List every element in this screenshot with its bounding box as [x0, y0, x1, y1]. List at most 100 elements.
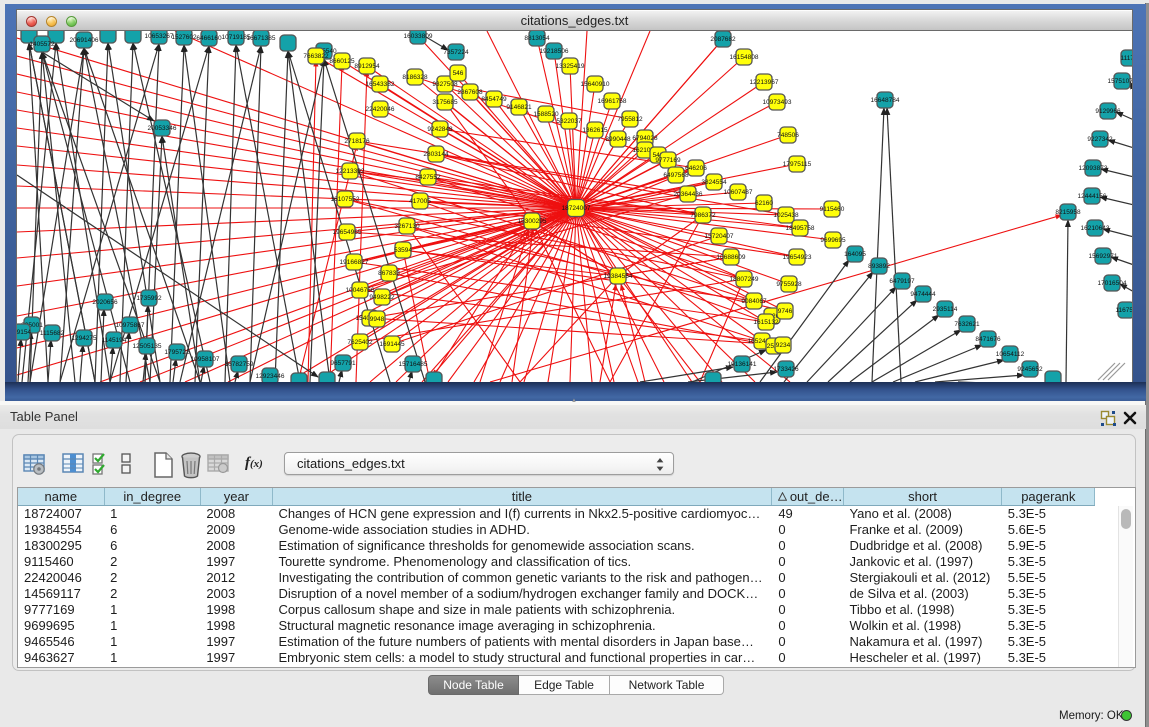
svg-text:9242848: 9242848: [427, 126, 453, 133]
svg-text:2718176: 2718176: [344, 138, 370, 145]
svg-text:16961758: 16961758: [598, 98, 627, 105]
svg-text:1795722: 1795722: [164, 349, 190, 356]
svg-text:8990448: 8990448: [605, 136, 631, 143]
svg-text:15692971: 15692971: [1089, 253, 1118, 260]
svg-text:116753: 116753: [1115, 307, 1133, 314]
svg-text:8215958: 8215958: [1055, 209, 1081, 216]
svg-text:10653267: 10653267: [145, 33, 174, 40]
svg-text:17975115: 17975115: [783, 161, 812, 168]
svg-text:12213392: 12213392: [336, 168, 365, 175]
svg-text:1294275: 1294275: [71, 335, 97, 342]
svg-text:16543382: 16543382: [366, 81, 395, 88]
svg-text:8471676: 8471676: [975, 336, 1001, 343]
svg-text:16671385: 16671385: [247, 35, 276, 42]
svg-text:9777169: 9777169: [655, 157, 681, 164]
svg-text:9129966: 9129966: [1095, 108, 1121, 115]
svg-text:748506: 748506: [777, 132, 799, 139]
svg-text:1527602: 1527602: [171, 34, 197, 41]
svg-text:12213967: 12213967: [750, 79, 779, 86]
svg-text:19136141: 19136141: [728, 361, 757, 368]
svg-text:8660125: 8660125: [329, 58, 355, 65]
svg-text:10973493: 10973493: [763, 99, 792, 106]
svg-text:6497568: 6497568: [663, 172, 689, 179]
svg-text:9498222: 9498222: [369, 294, 395, 301]
svg-text:417005: 417005: [409, 198, 431, 205]
svg-text:1405572: 1405572: [29, 41, 55, 48]
svg-text:22420046: 22420046: [366, 106, 395, 113]
svg-text:19384554: 19384554: [604, 273, 633, 280]
svg-text:3175685: 3175685: [432, 99, 458, 106]
svg-text:16648784: 16648784: [871, 97, 900, 104]
svg-text:19654923: 19654923: [783, 254, 812, 261]
svg-text:7663822: 7663822: [303, 53, 329, 60]
svg-text:10975867: 10975867: [116, 322, 145, 329]
svg-text:6479197: 6479197: [889, 278, 915, 285]
svg-text:9245652: 9245652: [1017, 366, 1043, 373]
svg-text:16210643: 16210643: [1081, 225, 1110, 232]
svg-text:6466160: 6466160: [196, 35, 222, 42]
svg-text:1362615: 1362615: [582, 127, 608, 134]
svg-text:1733426: 1733426: [773, 366, 799, 373]
svg-text:10958107: 10958107: [191, 356, 220, 363]
svg-text:17016504: 17016504: [1098, 280, 1127, 287]
svg-text:9657791: 9657791: [330, 360, 356, 367]
svg-text:15640910: 15640910: [581, 81, 610, 88]
svg-text:20364436: 20364436: [674, 191, 703, 198]
svg-text:8454749: 8454749: [481, 96, 507, 103]
svg-text:53594: 53594: [394, 247, 412, 254]
svg-text:546: 546: [453, 70, 464, 77]
svg-text:15716485: 15716485: [399, 361, 428, 368]
svg-text:18724007: 18724007: [562, 205, 591, 212]
svg-text:893892: 893892: [868, 263, 890, 270]
svg-text:12444156: 12444156: [1078, 193, 1107, 200]
svg-text:18807249: 18807249: [730, 276, 759, 283]
svg-text:15751074: 15751074: [1108, 78, 1133, 85]
svg-text:1115682: 1115682: [40, 330, 65, 337]
svg-text:9755928: 9755928: [776, 281, 802, 288]
svg-text:10688609: 10688609: [717, 254, 746, 261]
svg-text:1691445: 1691445: [379, 341, 405, 348]
svg-text:9746: 9746: [778, 308, 793, 315]
svg-text:7357224: 7357224: [443, 49, 469, 56]
svg-text:7632621: 7632621: [954, 321, 980, 328]
svg-text:164095: 164095: [844, 251, 866, 258]
svg-text:9227342: 9227342: [1087, 136, 1113, 143]
svg-text:19166827: 19166827: [340, 259, 369, 266]
svg-text:7986372: 7986372: [690, 212, 716, 219]
svg-text:2087682: 2087682: [710, 36, 736, 43]
svg-text:8427552: 8427552: [415, 174, 441, 181]
svg-text:13325419: 13325419: [556, 63, 585, 70]
svg-text:12505135: 12505135: [133, 343, 162, 350]
svg-text:6794028: 6794028: [632, 135, 658, 142]
svg-text:20691406: 20691406: [70, 37, 99, 44]
svg-text:1735992: 1735992: [136, 295, 162, 302]
svg-text:8186328: 8186328: [402, 74, 428, 81]
svg-text:2020656: 2020656: [92, 299, 118, 306]
svg-text:2935114: 2935114: [933, 306, 958, 313]
svg-text:12093873: 12093873: [1079, 165, 1108, 172]
svg-text:16107552: 16107552: [331, 196, 360, 203]
svg-text:8813054: 8813054: [524, 35, 550, 42]
svg-text:9084067: 9084067: [741, 298, 767, 305]
svg-text:2367608: 2367608: [457, 89, 483, 96]
svg-text:9948: 9948: [370, 316, 385, 323]
svg-text:7625402: 7625402: [347, 339, 373, 346]
svg-text:2803144: 2803144: [423, 151, 449, 158]
svg-text:19654965: 19654965: [333, 229, 362, 236]
svg-text:10046766: 10046766: [346, 287, 375, 294]
svg-text:9327508: 9327508: [432, 81, 458, 88]
svg-text:10654112: 10654112: [996, 351, 1025, 358]
svg-text:8912954: 8912954: [354, 63, 380, 70]
svg-text:15720407: 15720407: [705, 233, 734, 240]
svg-text:1588520: 1588520: [533, 111, 559, 118]
svg-text:39154: 39154: [17, 329, 31, 336]
svg-text:16782759: 16782759: [225, 361, 254, 368]
svg-text:11171: 11171: [1120, 55, 1133, 62]
svg-text:18300295: 18300295: [518, 218, 547, 225]
svg-text:1145194: 1145194: [102, 337, 127, 344]
svg-text:7955812: 7955812: [617, 116, 643, 123]
svg-text:646206: 646206: [685, 165, 707, 172]
svg-text:9115460: 9115460: [820, 206, 845, 213]
svg-text:1025438: 1025438: [773, 212, 799, 219]
svg-text:9234: 9234: [776, 342, 791, 349]
